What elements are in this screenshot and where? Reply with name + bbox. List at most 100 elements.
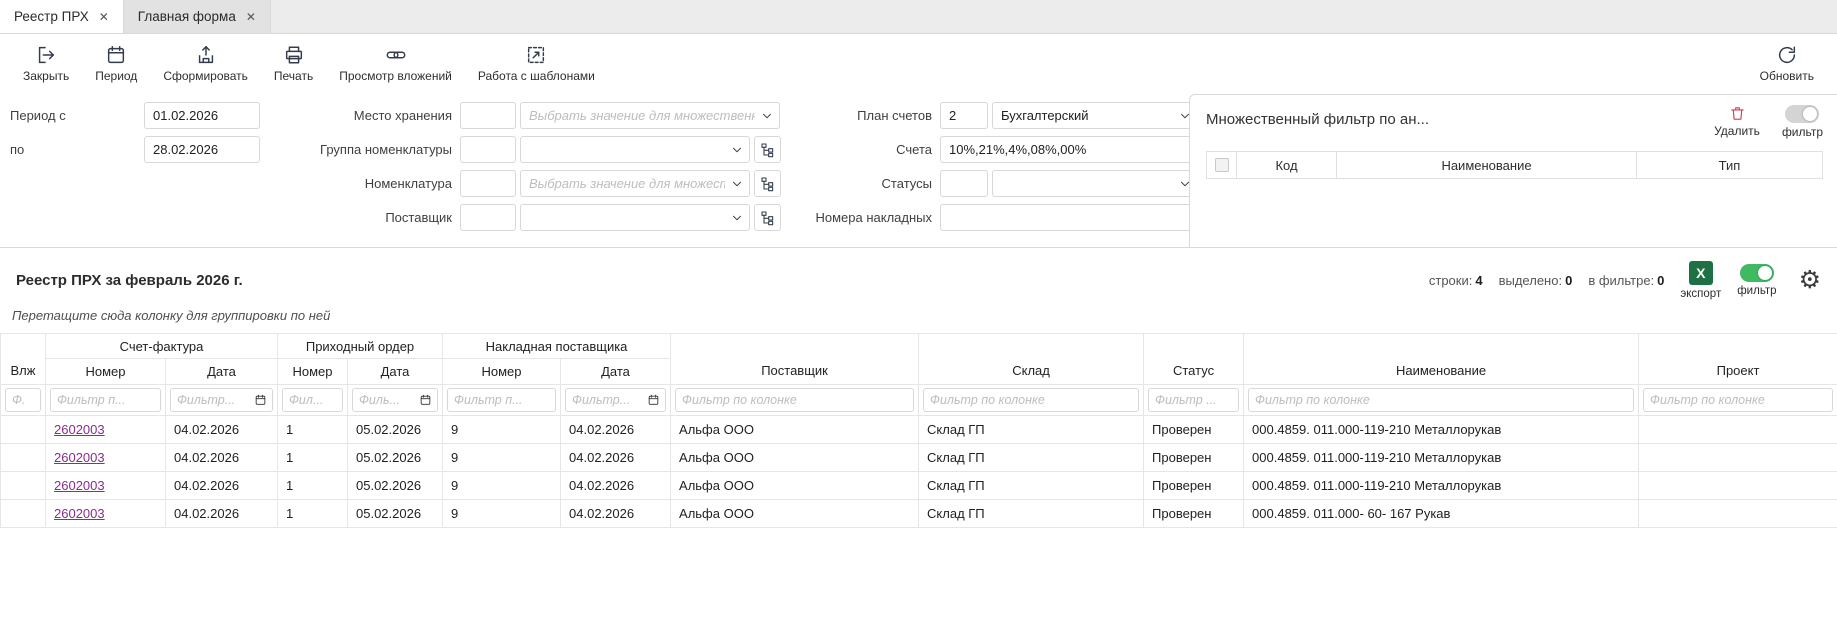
- close-icon[interactable]: ✕: [99, 11, 109, 23]
- table-row[interactable]: 2602003 04.02.2026 1 05.02.2026 9 04.02.…: [1, 472, 1837, 500]
- supplier-tree-button[interactable]: [754, 204, 781, 231]
- table-row[interactable]: 2602003 04.02.2026 1 05.02.2026 9 04.02.…: [1, 416, 1837, 444]
- nomenclature-tree-button[interactable]: [754, 170, 781, 197]
- close-button[interactable]: Закрыть: [10, 40, 82, 87]
- nomen-group-label: Группа номенклатуры: [280, 142, 452, 157]
- export-button[interactable]: X экспорт: [1680, 261, 1721, 300]
- nomen-group-code-input[interactable]: [460, 136, 516, 163]
- period-to-input[interactable]: [144, 136, 260, 163]
- tab-glavnaya-forma[interactable]: Главная форма ✕: [124, 0, 271, 33]
- nomenclature-select[interactable]: Выбрать значение для множественного ф..: [520, 170, 750, 197]
- group-header-supplier-waybill[interactable]: Накладная поставщика: [443, 334, 671, 359]
- column-header-project[interactable]: Проект: [1639, 334, 1837, 385]
- grid-filter-toggle-block[interactable]: фильтр: [1737, 264, 1776, 297]
- column-header-waybill-number[interactable]: Номер: [443, 359, 561, 385]
- trash-icon: [1729, 105, 1746, 122]
- accounts-input[interactable]: [940, 136, 1198, 163]
- filter-project-input[interactable]: [1643, 388, 1833, 412]
- filter-supplier-input[interactable]: [675, 388, 914, 412]
- filter-status-input[interactable]: [1148, 388, 1239, 412]
- column-header-type[interactable]: Тип: [1637, 152, 1823, 179]
- invoice-number-link[interactable]: 2602003: [54, 422, 105, 437]
- filter-warehouse-input[interactable]: [923, 388, 1139, 412]
- chevron-down-icon: [760, 109, 774, 123]
- period-from-input[interactable]: [144, 102, 260, 129]
- group-header-receipt-order[interactable]: Приходный ордер: [278, 334, 443, 359]
- column-header-code[interactable]: Код: [1237, 152, 1337, 179]
- button-label: Печать: [274, 69, 313, 83]
- order-number-cell: 1: [278, 416, 348, 444]
- button-label: Закрыть: [23, 69, 69, 83]
- calendar-icon[interactable]: [647, 394, 660, 407]
- nomen-group-tree-button[interactable]: [754, 136, 781, 163]
- nomen-group-select[interactable]: [520, 136, 750, 163]
- column-header-warehouse[interactable]: Склад: [919, 334, 1144, 385]
- status-cell: Проверен: [1144, 416, 1244, 444]
- column-header-order-number[interactable]: Номер: [278, 359, 348, 385]
- waybill-numbers-input[interactable]: [940, 204, 1198, 231]
- period-button[interactable]: Период: [82, 40, 150, 87]
- table-row[interactable]: 2602003 04.02.2026 1 05.02.2026 9 04.02.…: [1, 444, 1837, 472]
- filter-order-number-input[interactable]: [282, 388, 343, 412]
- filter-column-period: Период с по: [10, 102, 268, 247]
- filter-invoice-number-input[interactable]: [50, 388, 161, 412]
- grid-filter-label: фильтр: [1737, 285, 1776, 297]
- column-header-order-date[interactable]: Дата: [348, 359, 443, 385]
- column-header-name[interactable]: Наименование: [1337, 152, 1637, 179]
- waybill-number-cell: 9: [443, 500, 561, 528]
- panel-filter-toggle-block[interactable]: фильтр: [1782, 105, 1823, 139]
- templates-button[interactable]: Работа с шаблонами: [465, 40, 608, 87]
- column-header-status[interactable]: Статус: [1144, 334, 1244, 385]
- attachment-link-icon: [385, 44, 407, 66]
- refresh-button[interactable]: Обновить: [1747, 40, 1827, 87]
- name-cell: 000.4859. 011.000-119-210 Металлорукав: [1244, 444, 1639, 472]
- column-header-waybill-date[interactable]: Дата: [561, 359, 671, 385]
- attachments-button[interactable]: Просмотр вложений: [326, 40, 465, 87]
- column-header-supplier[interactable]: Поставщик: [671, 334, 919, 385]
- supplier-cell: Альфа ООО: [671, 500, 919, 528]
- close-icon[interactable]: ✕: [246, 11, 256, 23]
- table-row[interactable]: 2602003 04.02.2026 1 05.02.2026 9 04.02.…: [1, 500, 1837, 528]
- waybill-date-cell: 04.02.2026: [561, 444, 671, 472]
- column-header-invoice-date[interactable]: Дата: [166, 359, 278, 385]
- supplier-code-input[interactable]: [460, 204, 516, 231]
- nomenclature-code-input[interactable]: [460, 170, 516, 197]
- chart-of-accounts-code-input[interactable]: [940, 102, 988, 129]
- vlg-cell: [1, 500, 46, 528]
- storage-code-input[interactable]: [460, 102, 516, 129]
- accounts-label: Счета: [800, 142, 932, 157]
- invoice-number-link[interactable]: 2602003: [54, 478, 105, 493]
- chart-of-accounts-select[interactable]: Бухгалтерский: [992, 102, 1198, 129]
- group-by-hint[interactable]: Перетащите сюда колонку для группировки …: [0, 304, 1837, 333]
- filter-toggle[interactable]: [1785, 105, 1819, 123]
- button-label: Период: [95, 69, 137, 83]
- storage-placeholder: Выбрать значение для множественного филь…: [529, 108, 755, 123]
- calendar-icon[interactable]: [419, 394, 432, 407]
- group-header-invoice[interactable]: Счет-фактура: [46, 334, 278, 359]
- invoice-number-link[interactable]: 2602003: [54, 506, 105, 521]
- supplier-select[interactable]: [520, 204, 750, 231]
- checkbox[interactable]: [1215, 158, 1229, 172]
- statuses-select[interactable]: [992, 170, 1198, 197]
- column-header-vlg[interactable]: Влж: [1, 334, 46, 385]
- generate-button[interactable]: Сформировать: [150, 40, 261, 87]
- statuses-code-input[interactable]: [940, 170, 988, 197]
- print-button[interactable]: Печать: [261, 40, 326, 87]
- calendar-icon: [105, 44, 127, 66]
- gear-icon[interactable]: ⚙: [1799, 268, 1821, 293]
- filter-vlg-input[interactable]: [5, 388, 41, 412]
- delete-button[interactable]: Удалить: [1714, 105, 1760, 138]
- calendar-icon[interactable]: [254, 394, 267, 407]
- name-cell: 000.4859. 011.000-119-210 Металлорукав: [1244, 472, 1639, 500]
- chart-of-accounts-label: План счетов: [800, 108, 932, 123]
- filter-waybill-number-input[interactable]: [447, 388, 556, 412]
- column-header-name[interactable]: Наименование: [1244, 334, 1639, 385]
- storage-select[interactable]: Выбрать значение для множественного филь…: [520, 102, 780, 129]
- invoice-number-link[interactable]: 2602003: [54, 450, 105, 465]
- filter-name-input[interactable]: [1248, 388, 1634, 412]
- column-header-invoice-number[interactable]: Номер: [46, 359, 166, 385]
- grid-filter-toggle[interactable]: [1740, 264, 1774, 282]
- tab-reestr-prh[interactable]: Реестр ПРХ ✕: [0, 0, 124, 33]
- select-all-cell[interactable]: [1207, 152, 1237, 179]
- exit-icon: [35, 44, 57, 66]
